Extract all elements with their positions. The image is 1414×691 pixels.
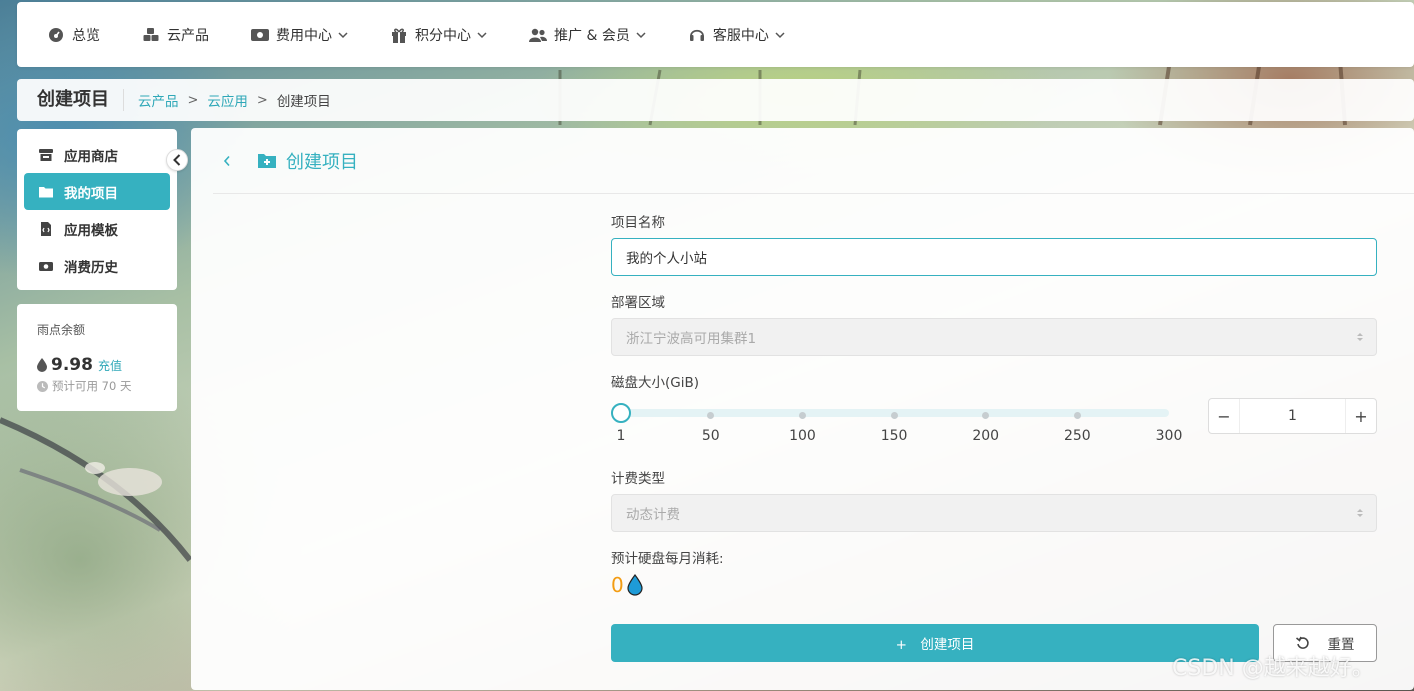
cost-value: 0 — [611, 573, 624, 597]
nav-item-billing[interactable]: 费用中心 — [251, 25, 348, 45]
raindrop-icon — [627, 574, 643, 596]
slider-tick-label: 250 — [1063, 428, 1091, 444]
page-title: 创建项目 — [286, 151, 358, 173]
sidebar-item-my-projects[interactable]: 我的项目 — [24, 173, 170, 210]
back-button[interactable] — [223, 155, 231, 167]
breadcrumb-link-cloud-apps[interactable]: 云应用 — [207, 90, 248, 110]
balance-estimate: 预计可用 70 天 — [52, 379, 132, 393]
cost-label: 预计硬盘每月消耗: — [611, 551, 724, 567]
nav-label: 推广 & 会员 — [554, 27, 630, 44]
dashboard-icon — [49, 27, 63, 42]
slider-tick-label: 50 — [701, 428, 720, 444]
nav-label: 总览 — [72, 27, 100, 44]
nav-item-promotion[interactable]: 推广 & 会员 — [529, 25, 646, 45]
money-bill-icon — [251, 28, 269, 41]
slider-handle[interactable] — [611, 403, 631, 423]
nav-item-overview[interactable]: 总览 — [47, 25, 100, 45]
slider-step-dot — [982, 412, 990, 419]
chevron-down-icon — [338, 31, 348, 38]
create-project-form: 项目名称 我的个人小站 部署区域 浙江宁波高可用集群1 磁盘大小(GiB) 15… — [611, 211, 1377, 662]
region-value: 浙江宁波高可用集群1 — [626, 331, 757, 347]
chevron-down-icon — [636, 31, 646, 38]
create-project-panel: 创建项目 项目名称 我的个人小站 部署区域 浙江宁波高可用集群1 磁盘大小(Gi… — [191, 128, 1414, 690]
chevron-left-icon — [173, 154, 181, 166]
breadcrumb-link-cloud-products[interactable]: 云产品 — [138, 90, 179, 110]
billing-type-label: 计费类型 — [611, 471, 665, 487]
sort-icon — [1357, 333, 1363, 341]
watermark: CSDN @越来越好。 — [1172, 656, 1374, 681]
folder-plus-icon — [258, 153, 276, 168]
slider-step-dot — [707, 412, 715, 419]
disk-size-label: 磁盘大小(GiB) — [611, 375, 700, 391]
billing-type-select[interactable]: 动态计费 — [611, 494, 1377, 532]
slider-step-dot — [890, 412, 898, 419]
balance-value: 9.98 — [51, 355, 93, 375]
balance-card: 雨点余额 9.98 充值 预计可用 70 天 — [17, 304, 177, 411]
sidebar-item-billing-history[interactable]: 消费历史 — [24, 247, 170, 284]
folder-icon — [39, 186, 53, 197]
breadcrumb-separator: > — [187, 92, 199, 108]
top-navigation: 总览 云产品 费用中心 积分中心 推广 & 会员 客服中心 — [17, 2, 1414, 67]
sidebar-item-label: 应用商店 — [64, 148, 118, 165]
users-icon — [529, 28, 547, 42]
panel-header: 创建项目 — [213, 128, 1414, 194]
breadcrumb-current: 创建项目 — [276, 94, 331, 110]
recharge-link[interactable]: 充值 — [98, 357, 122, 374]
slider-tick-label: 300 — [1155, 428, 1183, 444]
increment-button[interactable]: + — [1346, 399, 1376, 433]
page-heading: 创建项目 — [37, 89, 124, 111]
nav-label: 费用中心 — [276, 27, 332, 44]
region-label: 部署区域 — [611, 295, 665, 311]
slider-tick-label: 100 — [789, 428, 816, 444]
sidebar-item-label: 消费历史 — [64, 259, 118, 276]
slider-tick-label: 1 — [616, 428, 626, 444]
project-name-input[interactable]: 我的个人小站 — [611, 238, 1377, 276]
slider-tick-label: 150 — [880, 428, 908, 444]
headset-icon — [689, 29, 704, 41]
sidebar-item-app-templates[interactable]: 应用模板 — [24, 210, 170, 247]
region-select[interactable]: 浙江宁波高可用集群1 — [611, 318, 1377, 356]
sidebar-item-label: 我的项目 — [64, 185, 118, 202]
slider-step-dot — [1073, 412, 1081, 419]
sidebar-menu: 应用商店 我的项目 应用模板 消费历史 — [17, 129, 177, 290]
disk-size-stepper: − 1 + — [1208, 398, 1377, 434]
nav-item-points[interactable]: 积分中心 — [390, 25, 487, 45]
nav-label: 积分中心 — [415, 27, 471, 44]
disk-size-slider[interactable]: 1 50 100 150 200 250 300 − 1 + — [611, 393, 1377, 453]
gift-icon — [392, 28, 406, 43]
chevron-down-icon — [775, 31, 785, 38]
clock-icon — [37, 380, 48, 392]
project-name-label: 项目名称 — [611, 215, 665, 231]
store-icon — [39, 148, 53, 161]
cubes-icon — [143, 27, 159, 41]
nav-label: 云产品 — [167, 27, 209, 44]
breadcrumb-separator: > — [256, 92, 268, 108]
billing-type-value: 动态计费 — [626, 507, 680, 523]
slider-tick-label: 200 — [972, 428, 1000, 444]
slider-step-dot — [798, 412, 806, 419]
balance-label: 雨点余额 — [37, 323, 86, 337]
decrement-button[interactable]: − — [1209, 399, 1239, 433]
stepper-value[interactable]: 1 — [1239, 399, 1346, 433]
create-project-button[interactable]: + 创建项目 — [611, 624, 1259, 662]
chevron-down-icon — [477, 31, 487, 38]
nav-item-cloud-products[interactable]: 云产品 — [142, 25, 209, 45]
undo-icon — [1295, 636, 1309, 649]
sort-icon — [1357, 509, 1363, 517]
sidebar-item-app-store[interactable]: 应用商店 — [24, 136, 170, 173]
sidebar-item-label: 应用模板 — [64, 222, 118, 239]
money-bill-icon — [39, 261, 53, 271]
nav-label: 客服中心 — [712, 27, 769, 44]
sidebar-collapse-button[interactable] — [166, 149, 188, 171]
file-code-icon — [41, 221, 51, 236]
nav-item-support[interactable]: 客服中心 — [688, 25, 785, 45]
raindrop-icon — [37, 358, 47, 372]
breadcrumb: 创建项目 云产品 > 云应用 > 创建项目 — [17, 79, 1414, 121]
